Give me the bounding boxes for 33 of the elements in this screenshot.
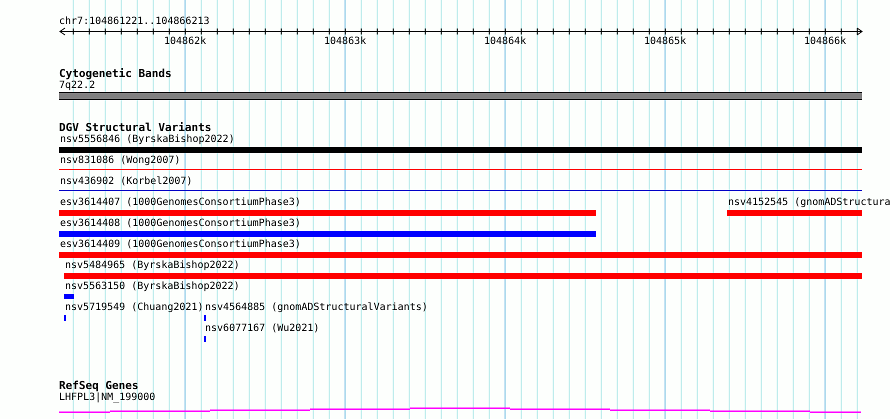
- variant-label[interactable]: nsv5484965 (ByrskaBishop2022): [65, 260, 240, 272]
- variant-bar[interactable]: [64, 294, 74, 299]
- variant-label[interactable]: nsv4564885 (gnomADStructuralVariants): [205, 302, 428, 314]
- variant-line[interactable]: [59, 169, 862, 170]
- gene-label[interactable]: LHFPL3|NM_199000: [59, 392, 156, 404]
- band-label: 7q22.2: [59, 80, 96, 92]
- variant-bar[interactable]: [59, 252, 862, 258]
- track-title: DGV Structural Variants: [59, 121, 212, 134]
- tick-label: 104865k: [644, 36, 686, 48]
- variant-label[interactable]: nsv5719549 (Chuang2021): [65, 302, 204, 314]
- location-label: chr7:104861221..104866213: [59, 16, 211, 27]
- variant-label[interactable]: esv3614408 (1000GenomesConsortiumPhase3): [60, 218, 301, 230]
- variant-bar[interactable]: [59, 147, 862, 153]
- variant-label[interactable]: nsv5563150 (ByrskaBishop2022): [65, 281, 240, 293]
- variant-label[interactable]: nsv831086 (Wong2007): [60, 155, 180, 167]
- track-title: RefSeq Genes: [59, 379, 140, 392]
- variant-line[interactable]: [59, 190, 862, 191]
- variant-label[interactable]: nsv436902 (Korbel2007): [60, 176, 192, 188]
- variant-bar[interactable]: [64, 273, 862, 279]
- variant-bar[interactable]: [59, 231, 596, 237]
- tick-label: 104862k: [164, 36, 206, 48]
- track-title: Cytogenetic Bands: [59, 67, 173, 80]
- variant-label[interactable]: nsv6077167 (Wu2021): [205, 323, 320, 335]
- variant-label[interactable]: nsv4152545 (gnomADStructura: [728, 197, 890, 209]
- variant-bar[interactable]: [59, 210, 596, 216]
- tick-label: 104866k: [804, 36, 846, 48]
- tick-label: 104863k: [324, 36, 366, 48]
- variant-label[interactable]: esv3614407 (1000GenomesConsortiumPhase3): [60, 197, 301, 209]
- gene-line[interactable]: [59, 408, 862, 414]
- variant-bar[interactable]: [727, 210, 862, 216]
- variant-label[interactable]: esv3614409 (1000GenomesConsortiumPhase3): [60, 239, 301, 251]
- variant-label[interactable]: nsv5556846 (ByrskaBishop2022): [60, 134, 235, 146]
- tick-label: 104864k: [484, 36, 526, 48]
